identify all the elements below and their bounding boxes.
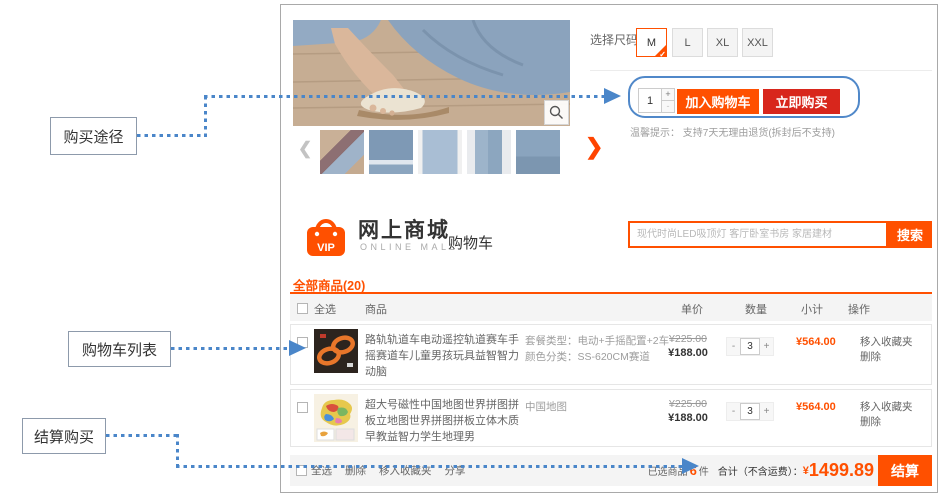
row1-original-price: ¥225.00 — [660, 333, 716, 345]
annotation-purchase-path: 购买途径 — [50, 117, 137, 155]
annotation-connector — [106, 434, 179, 437]
column-unit-price: 单价 — [681, 301, 703, 317]
total-label: 合计（不含运费）： — [718, 463, 803, 478]
search-input[interactable] — [628, 221, 888, 248]
product-main-photo — [293, 20, 570, 126]
size-option-m[interactable]: M ✓ — [636, 28, 667, 57]
product-photo-illustration — [293, 20, 570, 126]
size-option-l[interactable]: L — [672, 28, 703, 57]
row2-title[interactable]: 超大号磁性中国地图世界拼图拼板立地图世界拼图拼板立体木质早教益智力学生地理男 — [365, 397, 525, 445]
row1-spec-2: 颜色分类：SS-620CM赛道 — [525, 349, 650, 364]
column-product: 商品 — [365, 301, 387, 317]
row2-qty-value[interactable]: 3 — [740, 403, 760, 420]
footer-actions: 全选 删除 移入收藏夹 分享 — [296, 455, 466, 486]
mall-logo-icon: VIP — [302, 211, 350, 264]
row1-subtotal: ¥564.00 — [796, 336, 836, 348]
row1-spec-1: 套餐类型：电动+手摇配置+2车 — [525, 333, 669, 348]
size-option-xl-label: XL — [716, 37, 729, 49]
row2-price: ¥188.00 — [660, 412, 716, 424]
page-title: 购物车 — [448, 232, 493, 253]
annotation-connector — [176, 465, 682, 468]
section-divider — [590, 70, 932, 71]
gallery-next-icon[interactable]: ❯ — [585, 134, 603, 160]
column-select-all: 全选 — [314, 301, 336, 317]
size-option-xxl[interactable]: XXL — [742, 28, 773, 57]
select-all-checkbox[interactable] — [297, 303, 308, 314]
mall-subtitle: ONLINE MALL — [360, 242, 458, 252]
row2-qty-plus-button[interactable]: + — [760, 406, 773, 417]
column-subtotal: 小计 — [801, 301, 823, 317]
row1-title[interactable]: 路轨轨道车电动遥控轨道赛车手摇赛道车儿童男孩玩具益智智力动脑 — [365, 332, 525, 380]
thumbnail-5[interactable] — [516, 130, 560, 174]
annotation-checkout: 结算购买 — [22, 418, 106, 454]
thumbnail-4[interactable] — [467, 130, 511, 174]
row2-qty-minus-button[interactable]: - — [727, 406, 740, 417]
annotation-arrow-checkout — [682, 458, 699, 474]
row1-move-to-favorites-link[interactable]: 移入收藏夹 — [860, 334, 913, 349]
annotation-arrow-cart-list — [289, 340, 306, 356]
magnifier-glyph — [549, 105, 564, 120]
row1-price: ¥188.00 — [660, 347, 716, 359]
row2-quantity-stepper: - 3 + — [726, 402, 774, 421]
thumbnail-1[interactable] — [320, 130, 364, 174]
row2-delete-link[interactable]: 删除 — [860, 414, 881, 429]
annotation-connector — [176, 434, 179, 468]
page: ❮ ❯ 选择尺码: M ✓ L XL XXL 1 + - 加入购物车 立即购买 … — [0, 0, 940, 495]
column-quantity: 数量 — [745, 301, 767, 317]
row1-qty-minus-button[interactable]: - — [727, 341, 740, 352]
selected-items-suffix: 件 — [699, 463, 709, 478]
row1-quantity-stepper: - 3 + — [726, 337, 774, 356]
size-option-xl[interactable]: XL — [707, 28, 738, 57]
row2-product-image — [314, 394, 358, 447]
return-policy-tip: 温馨提示： 支持7天无理由退货(拆封后不支持) — [630, 124, 835, 139]
annotation-connector — [171, 347, 289, 350]
size-label: 选择尺码: — [590, 31, 641, 48]
row1-qty-value[interactable]: 3 — [740, 338, 760, 355]
row2-spec-1: 中国地图 — [525, 399, 567, 414]
row1-delete-link[interactable]: 删除 — [860, 349, 881, 364]
row2-checkbox[interactable] — [297, 402, 308, 413]
thumbnail-3[interactable] — [418, 130, 462, 174]
size-option-l-label: L — [684, 37, 690, 49]
column-action: 操作 — [848, 301, 870, 317]
size-option-xxl-label: XXL — [747, 37, 768, 49]
search-button[interactable]: 搜索 — [888, 221, 932, 248]
thumbnail-2[interactable] — [369, 130, 413, 174]
race-track-illustration — [314, 329, 358, 373]
gallery-prev-icon[interactable]: ❮ — [298, 139, 312, 159]
annotation-connector — [137, 134, 207, 137]
purchase-callout-outline — [628, 76, 860, 118]
checkout-button[interactable]: 结算 — [878, 455, 932, 486]
zoom-icon[interactable] — [544, 100, 569, 125]
row1-qty-plus-button[interactable]: + — [760, 341, 773, 352]
selected-check-icon: ✓ — [659, 50, 666, 59]
annotation-arrow-purchase-path — [604, 88, 621, 104]
china-map-illustration — [314, 394, 358, 442]
annotation-connector — [204, 96, 207, 137]
row2-move-to-favorites-link[interactable]: 移入收藏夹 — [860, 399, 913, 414]
row1-product-image — [314, 329, 358, 378]
mall-title: 网上商城 — [358, 214, 450, 244]
shopping-bag-icon: VIP — [302, 211, 350, 259]
row2-subtotal: ¥564.00 — [796, 401, 836, 413]
row2-original-price: ¥225.00 — [660, 398, 716, 410]
logo-badge: VIP — [317, 242, 335, 254]
total-amount: 1499.89 — [809, 460, 874, 481]
annotation-cart-list: 购物车列表 — [68, 331, 171, 367]
annotation-connector — [204, 95, 604, 98]
